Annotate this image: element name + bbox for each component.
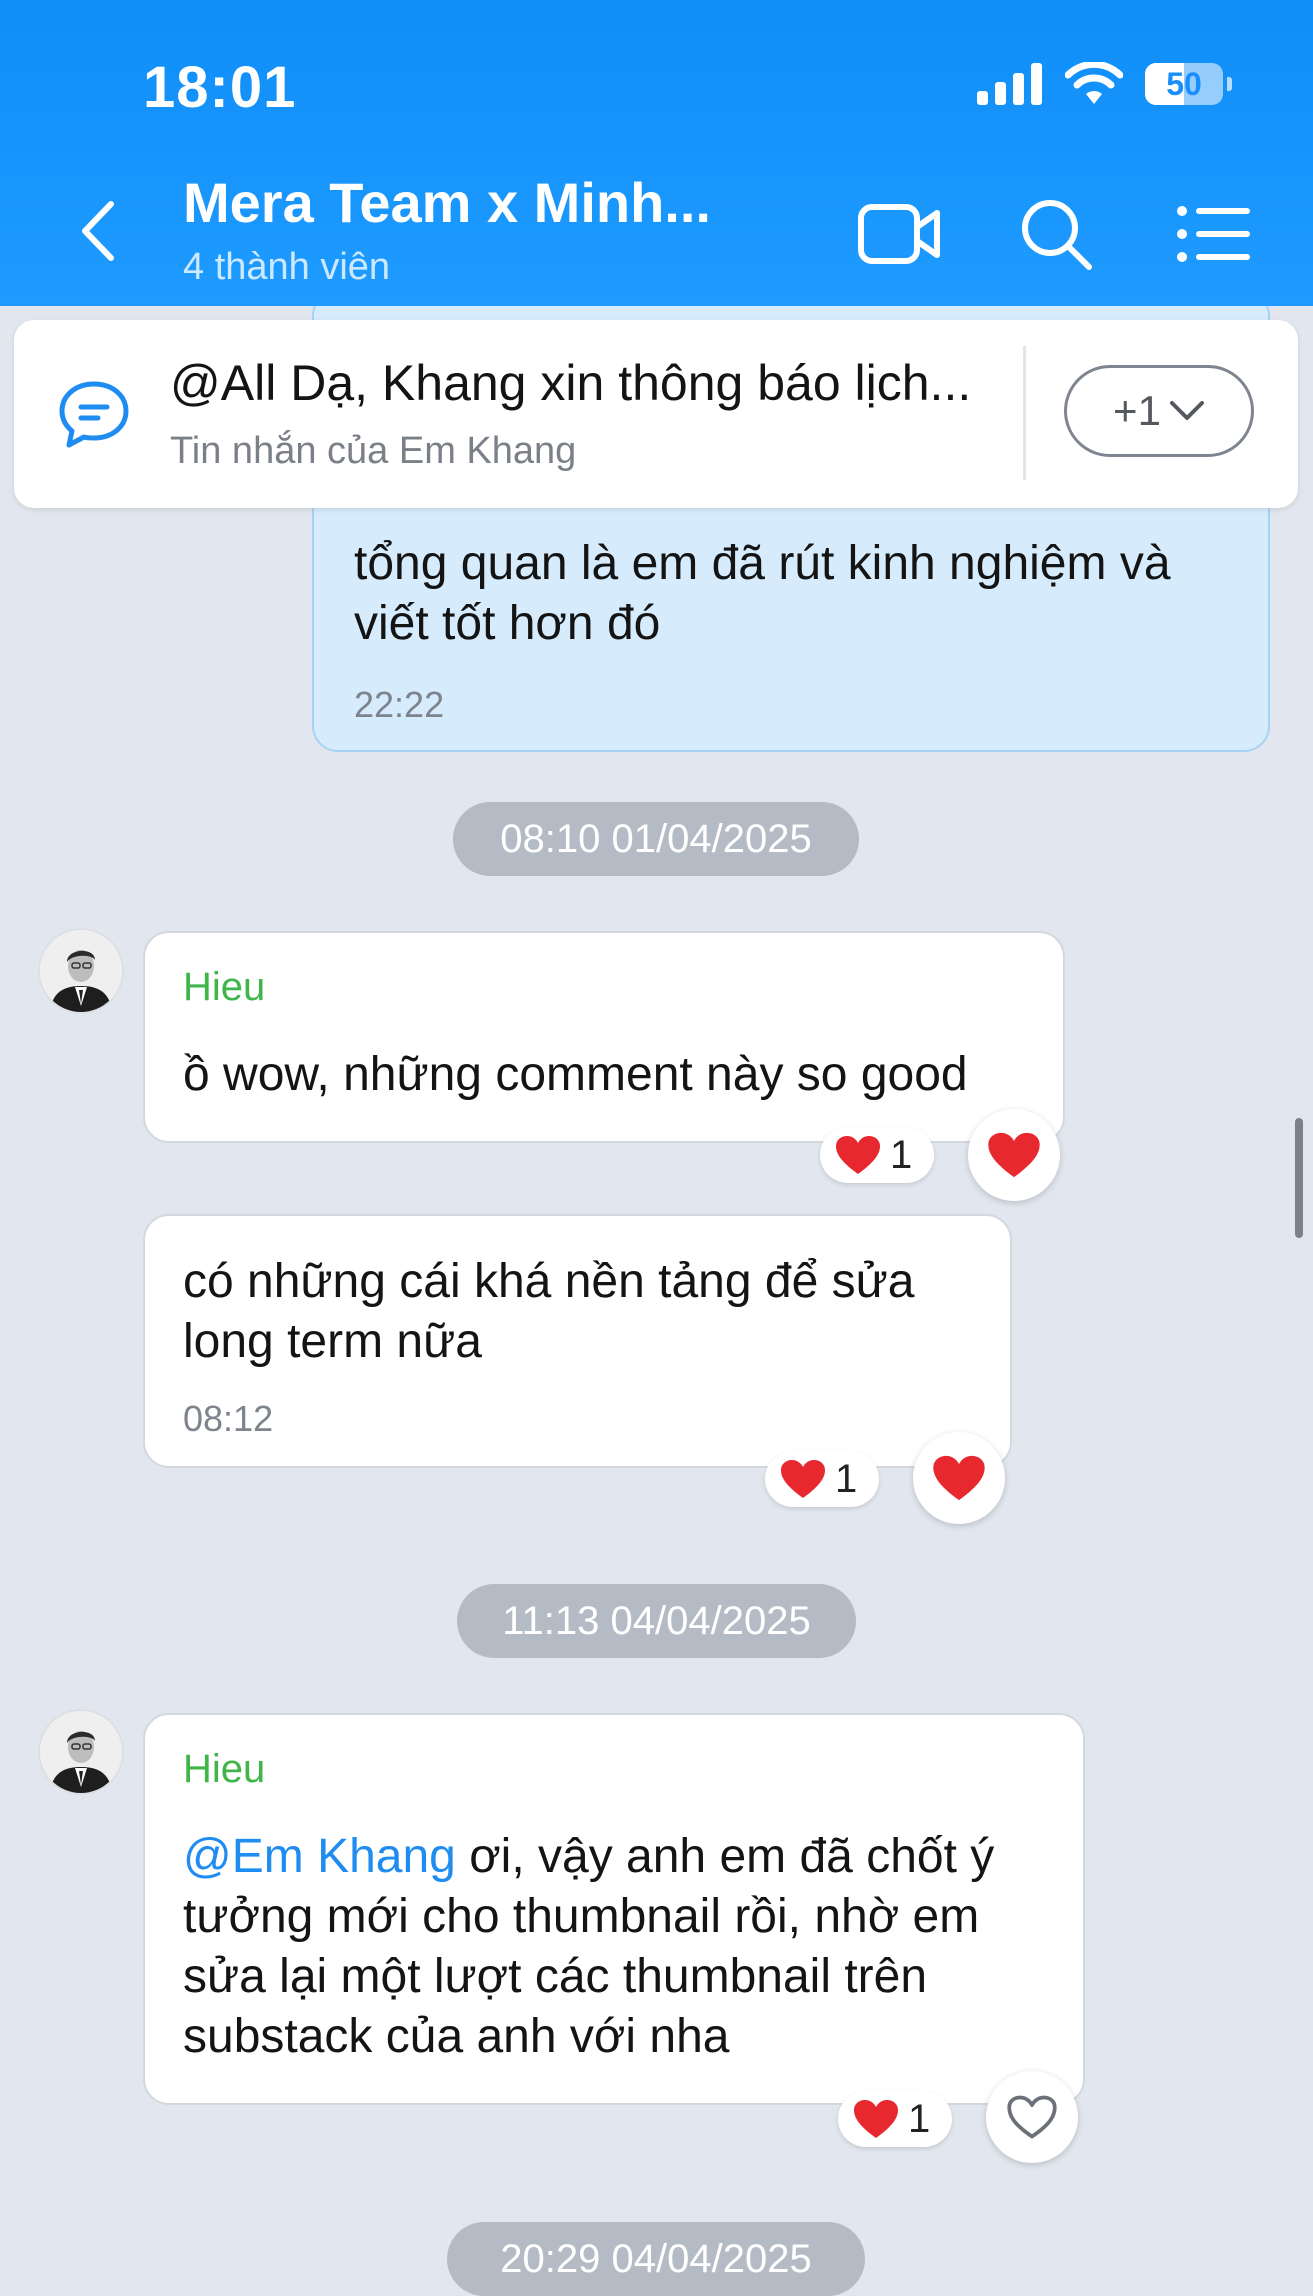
reaction-summary[interactable]: 1 bbox=[820, 1127, 935, 1183]
avatar[interactable] bbox=[40, 930, 122, 1012]
chevron-down-icon bbox=[1169, 401, 1204, 420]
incoming-message[interactable]: Hieu @Em Khang ơi, vậy anh em đã chốt ý … bbox=[143, 1713, 1085, 2105]
pinned-message-bar[interactable]: @All Dạ, Khang xin thông báo lịch... Tin… bbox=[14, 320, 1298, 508]
reaction-summary[interactable]: 1 bbox=[765, 1451, 880, 1507]
scrollbar[interactable] bbox=[1295, 1118, 1303, 1238]
message-text: ồ wow, những comment này so good bbox=[183, 1048, 968, 1101]
message-text: có những cái khá nền tảng để sửa long te… bbox=[183, 1255, 915, 1368]
heart-icon bbox=[988, 1132, 1040, 1178]
incoming-message[interactable]: Hieu ồ wow, những comment này so good bbox=[143, 931, 1065, 1143]
date-separator: 11:13 04/04/2025 bbox=[457, 1584, 856, 1658]
message-text: @Em Khang ơi, vậy anh em đã chốt ý tưởng… bbox=[183, 1827, 1063, 2067]
chat-title[interactable]: Mera Team x Minh... bbox=[183, 170, 711, 235]
avatar-image bbox=[40, 1711, 122, 1793]
video-call-button[interactable] bbox=[854, 196, 946, 272]
sender-name: Hieu bbox=[183, 1747, 266, 1791]
heart-icon bbox=[836, 1136, 880, 1174]
video-call-icon bbox=[858, 204, 940, 264]
reaction-count: 1 bbox=[908, 2096, 931, 2141]
menu-button[interactable] bbox=[1168, 196, 1260, 272]
avatar[interactable] bbox=[40, 1711, 122, 1793]
search-button[interactable] bbox=[1010, 196, 1102, 272]
more-pinned-button[interactable]: +1 bbox=[1064, 365, 1254, 457]
chat-header: 18:01 50 Mera Team x Minh... 4 thành viê… bbox=[0, 0, 1313, 306]
message-time: 08:12 bbox=[183, 1398, 274, 1439]
reaction-count: 1 bbox=[835, 1456, 858, 1501]
mention-link[interactable]: @Em Khang bbox=[183, 1830, 456, 1883]
battery-level: 50 bbox=[1166, 65, 1202, 102]
date-separator: 20:29 04/04/2025 bbox=[447, 2222, 865, 2296]
sender-name: Hieu bbox=[183, 965, 266, 1009]
member-count[interactable]: 4 thành viên bbox=[183, 246, 390, 289]
search-icon bbox=[1022, 200, 1092, 270]
message-text: tổng quan là em đã rút kinh nghiệm và vi… bbox=[354, 537, 1171, 650]
more-pinned-count: +1 bbox=[1113, 387, 1161, 434]
react-button[interactable] bbox=[968, 1109, 1060, 1201]
battery-cap bbox=[1227, 77, 1232, 91]
heart-outline-icon bbox=[1007, 2095, 1057, 2139]
reaction-summary[interactable]: 1 bbox=[838, 2091, 953, 2147]
back-button[interactable] bbox=[70, 196, 124, 266]
back-icon bbox=[82, 201, 114, 261]
heart-icon bbox=[781, 1460, 825, 1498]
pinned-message-icon bbox=[59, 381, 129, 448]
heart-icon bbox=[933, 1455, 985, 1501]
avatar-image bbox=[40, 930, 122, 1012]
status-icons: 50 bbox=[977, 62, 1232, 106]
menu-list-icon bbox=[1177, 206, 1250, 262]
pinned-message-subtitle: Tin nhắn của Em Khang bbox=[170, 430, 577, 472]
heart-icon bbox=[854, 2100, 898, 2138]
wifi-icon bbox=[1065, 62, 1123, 104]
battery-icon: 50 bbox=[1145, 63, 1232, 105]
pinned-message-title: @All Dạ, Khang xin thông báo lịch... bbox=[170, 355, 972, 411]
react-button[interactable] bbox=[913, 1432, 1005, 1524]
date-separator: 08:10 01/04/2025 bbox=[453, 802, 859, 876]
reaction-count: 1 bbox=[890, 1132, 913, 1177]
cellular-signal-icon bbox=[977, 63, 1042, 105]
divider bbox=[1023, 346, 1026, 480]
message-time: 22:22 bbox=[354, 684, 445, 725]
react-button[interactable] bbox=[986, 2071, 1078, 2163]
status-time: 18:01 bbox=[143, 55, 297, 120]
incoming-message[interactable]: có những cái khá nền tảng để sửa long te… bbox=[143, 1214, 1012, 1468]
